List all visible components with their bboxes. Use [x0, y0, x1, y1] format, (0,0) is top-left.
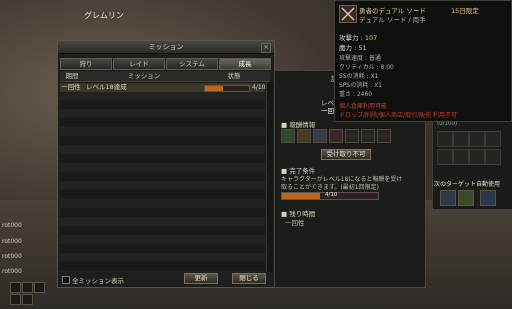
hotbar-slot[interactable] — [10, 282, 21, 293]
target-skill-icon[interactable] — [440, 190, 456, 206]
tab-growth[interactable]: 成長 — [219, 58, 271, 70]
column-period: 期間 — [65, 72, 79, 80]
reward-item-slot[interactable] — [281, 129, 295, 143]
chat-fragment: rot000 — [2, 268, 22, 275]
progress-text: 4/10 — [252, 84, 266, 91]
npc-name: グレムリン — [84, 11, 124, 20]
row-period: 一回性 — [61, 83, 81, 91]
detail-once-fragment: 一回 — [321, 107, 334, 115]
sps-stat: SPSの消耗 : X1 — [339, 82, 382, 89]
column-mission: ミッション — [127, 72, 161, 80]
inventory-slot[interactable] — [485, 149, 501, 165]
list-scrollbar[interactable] — [266, 82, 273, 272]
hotbar-slot[interactable] — [22, 294, 33, 305]
complete-progress-text: 4/10 — [325, 192, 338, 198]
mission-footer: 全ミッション表示 更新 閉じる — [60, 273, 272, 287]
hotbar — [10, 282, 65, 309]
inventory-slot[interactable] — [453, 131, 469, 147]
speed-stat: 攻撃速度 : 普通 — [339, 55, 381, 62]
column-status: 状態 — [227, 72, 241, 80]
close-icon[interactable]: × — [261, 43, 271, 53]
reward-item-slot[interactable] — [361, 129, 375, 143]
inventory-slot[interactable] — [469, 131, 485, 147]
hotbar-slot[interactable] — [22, 282, 33, 293]
sword-icon — [339, 5, 357, 23]
inventory-slot[interactable] — [437, 149, 453, 165]
reward-item-slot[interactable] — [297, 129, 311, 143]
target-skill-icon[interactable] — [480, 190, 496, 206]
complete-condition-line: 取ることができます。(最初1回限定) — [281, 184, 379, 191]
row-status: 4/10 — [204, 83, 266, 92]
crit-stat: クリティカル : 8.00 — [339, 64, 394, 71]
mission-column-header: 期間 ミッション 状態 — [60, 71, 270, 82]
inventory-slot[interactable] — [437, 131, 453, 147]
chat-fragment: rot000 — [2, 238, 22, 245]
reward-heading-text: 報酬情報 — [289, 121, 316, 129]
reward-item-slot[interactable] — [377, 129, 391, 143]
bind-info: 個人倉庫利用可能 — [339, 103, 388, 110]
hotbar-slot[interactable] — [10, 294, 21, 305]
inventory-slot[interactable] — [469, 149, 485, 165]
reward-item-slot[interactable] — [313, 129, 327, 143]
target-skill-icon[interactable] — [458, 190, 474, 206]
receive-reward-button[interactable]: 受け取り不可 — [321, 149, 371, 160]
mission-window-title[interactable]: ミッション — [58, 41, 274, 54]
show-all-label: 全ミッション表示 — [72, 277, 124, 285]
item-limit: 15日限定 — [451, 7, 479, 15]
chat-fragment: rot000 — [2, 253, 22, 260]
close-button[interactable]: 閉じる — [232, 273, 266, 284]
inventory-grid — [437, 131, 501, 165]
bind-info: ドロップ/削除/個人商店/取引/販売 利用不可 — [339, 112, 457, 119]
reward-heading: ■ 報酬情報 — [281, 121, 316, 129]
ss-stat: SSの消耗 : X1 — [339, 73, 379, 80]
magic-value: 51 — [358, 44, 367, 52]
mission-tabs: 狩り レイド システム 成長 — [60, 58, 271, 70]
chat-fragment: rot000 — [2, 222, 22, 229]
attack-value: 107 — [364, 34, 378, 42]
tab-raid[interactable]: レイド — [113, 58, 165, 70]
reward-item-slot[interactable] — [345, 129, 359, 143]
row-mission: レベル18達成 — [86, 83, 127, 91]
mission-window: ミッション × 狩り レイド システム 成長 期間 ミッション 状態 一回性 レ… — [57, 40, 275, 288]
remaining-value: 一回性 — [285, 219, 305, 227]
table-row[interactable]: 一回性 レベル18達成 4/10 — [60, 83, 265, 92]
refresh-button[interactable]: 更新 — [184, 273, 218, 284]
inventory-slot[interactable] — [453, 149, 469, 165]
reward-item-slot[interactable] — [329, 129, 343, 143]
item-type: デュアル ソード / 両手 — [359, 16, 426, 24]
mission-list — [60, 82, 265, 272]
hotbar-slot[interactable] — [34, 282, 45, 293]
magic-label: 魔力 : — [339, 44, 359, 52]
magic-stat: 魔力 : 51 — [339, 42, 367, 52]
tab-hunt[interactable]: 狩り — [60, 58, 112, 70]
progress-fill — [205, 86, 223, 91]
weight-stat: 重さ : 2460 — [339, 91, 373, 98]
tab-system[interactable]: システム — [166, 58, 218, 70]
progress-fill — [282, 193, 321, 199]
item-tooltip: 勇者のデュアル ソード 15日限定 デュアル ソード / 両手 攻撃力 : 10… — [334, 0, 512, 122]
attack-stat: 攻撃力 : 107 — [339, 32, 377, 42]
progress-bar — [204, 85, 250, 92]
inventory-slot[interactable] — [485, 131, 501, 147]
attack-label: 攻撃力 : — [339, 34, 365, 42]
auto-target-label: 次のターゲット自動使用 — [434, 181, 501, 188]
